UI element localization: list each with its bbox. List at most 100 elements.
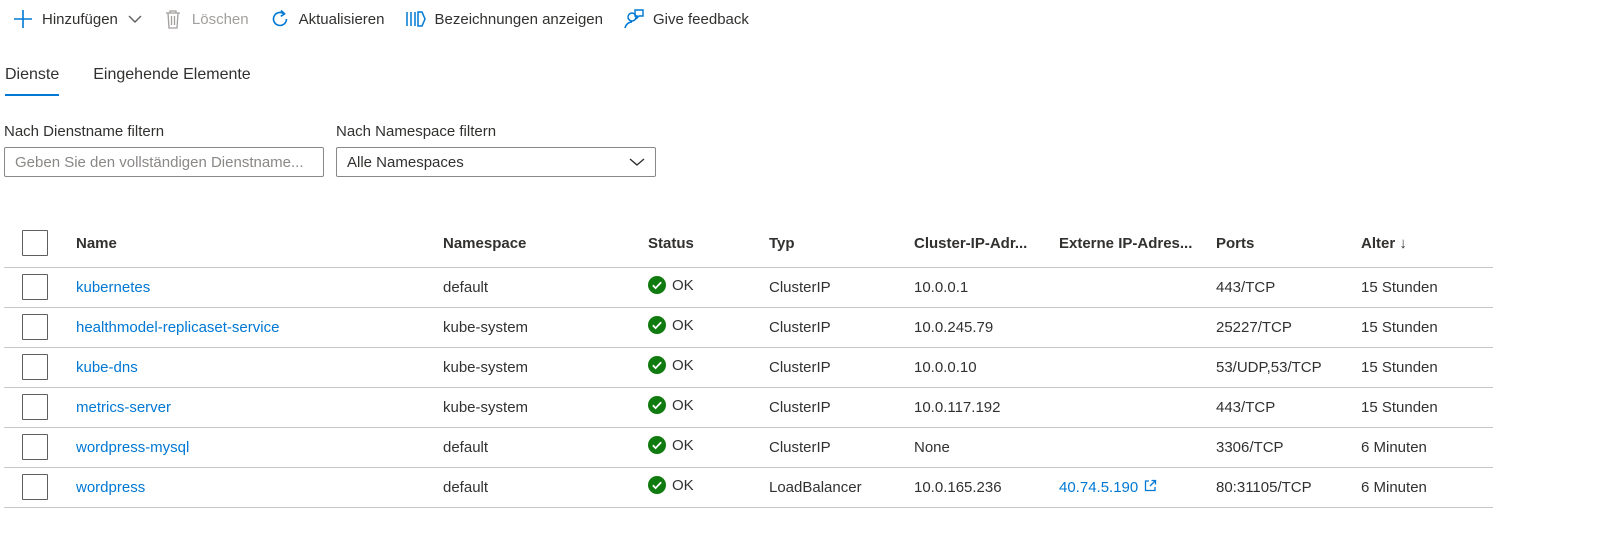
service-name-link[interactable]: wordpress <box>76 479 145 496</box>
labels-icon <box>405 8 427 30</box>
ports-cell: 3306/TCP <box>1216 427 1361 468</box>
ports-cell: 443/TCP <box>1216 387 1361 428</box>
check-circle-icon <box>648 436 672 454</box>
show-labels-label: Bezeichnungen anzeigen <box>434 10 603 28</box>
column-header-ports[interactable]: Ports <box>1216 220 1361 268</box>
ports-cell: 53/UDP,53/TCP <box>1216 347 1361 388</box>
age-cell: 15 Stunden <box>1361 347 1493 388</box>
table-body: kubernetes default OK ClusterIP 10.0.0.1 443/… <box>4 267 1493 508</box>
status-indicator: OK <box>648 436 694 454</box>
tab-list: Dienste Eingehende Elemente <box>5 60 251 98</box>
add-label: Hinzufügen <box>42 10 118 28</box>
cluster-ip-cell: None <box>914 427 1059 468</box>
cluster-ip-cell: 10.0.165.236 <box>914 467 1059 508</box>
column-header-cluster-ip[interactable]: Cluster-IP-Adr... <box>914 220 1059 268</box>
namespace-filter: Nach Namespace filtern Alle Namespaces <box>336 122 656 177</box>
namespace-cell: kube-system <box>443 347 648 388</box>
refresh-icon <box>269 8 291 30</box>
type-cell: ClusterIP <box>769 267 914 308</box>
row-checkbox[interactable] <box>22 274 48 300</box>
table-header-row: Name Namespace Status Typ Cluster-IP-Adr… <box>4 220 1493 268</box>
row-checkbox[interactable] <box>22 394 48 420</box>
type-cell: ClusterIP <box>769 307 914 348</box>
row-checkbox[interactable] <box>22 354 48 380</box>
namespace-cell: default <box>443 467 648 508</box>
refresh-button[interactable]: Aktualisieren <box>267 0 395 38</box>
show-labels-button[interactable]: Bezeichnungen anzeigen <box>403 0 613 38</box>
status-indicator: OK <box>648 356 694 374</box>
status-indicator: OK <box>648 396 694 414</box>
external-ip-cell <box>1059 347 1216 388</box>
add-button[interactable]: Hinzufügen <box>10 0 152 38</box>
namespace-dropdown-value: Alle Namespaces <box>347 153 464 171</box>
type-cell: ClusterIP <box>769 427 914 468</box>
delete-button[interactable]: Löschen <box>160 0 259 38</box>
external-ip-cell <box>1059 307 1216 348</box>
ports-cell: 25227/TCP <box>1216 307 1361 348</box>
namespace-cell: default <box>443 267 648 308</box>
give-feedback-button[interactable]: Give feedback <box>621 0 759 38</box>
row-checkbox[interactable] <box>22 474 48 500</box>
external-ip-link[interactable]: 40.74.5.190 <box>1059 479 1157 496</box>
table-row[interactable]: healthmodel-replicaset-service kube-syste… <box>4 307 1493 348</box>
row-checkbox[interactable] <box>22 434 48 460</box>
service-name-link[interactable]: kubernetes <box>76 279 150 296</box>
column-header-namespace[interactable]: Namespace <box>443 220 648 268</box>
chevron-down-icon <box>629 154 645 171</box>
cluster-ip-cell: 10.0.117.192 <box>914 387 1059 428</box>
external-ip-cell: 40.74.5.190 <box>1059 467 1216 508</box>
give-feedback-label: Give feedback <box>652 10 749 28</box>
table-row[interactable]: kubernetes default OK ClusterIP 10.0.0.1 443/… <box>4 267 1493 308</box>
age-cell: 15 Stunden <box>1361 387 1493 428</box>
chevron-down-icon <box>128 14 142 24</box>
namespace-filter-label: Nach Namespace filtern <box>336 123 497 140</box>
age-cell: 15 Stunden <box>1361 307 1493 348</box>
namespace-dropdown[interactable]: Alle Namespaces <box>336 147 656 177</box>
status-indicator: OK <box>648 276 694 294</box>
external-ip-cell <box>1059 427 1216 468</box>
external-ip-cell <box>1059 267 1216 308</box>
table-row[interactable]: kube-dns kube-system OK ClusterIP 10.0.0.10 5… <box>4 347 1493 388</box>
service-name-link[interactable]: healthmodel-replicaset-service <box>76 319 279 336</box>
age-cell: 6 Minuten <box>1361 427 1493 468</box>
cluster-ip-cell: 10.0.0.1 <box>914 267 1059 308</box>
service-name-link[interactable]: wordpress-mysql <box>76 439 189 456</box>
type-cell: ClusterIP <box>769 387 914 428</box>
tab-services[interactable]: Dienste <box>5 60 60 96</box>
status-text: OK <box>672 276 694 294</box>
services-table: Name Namespace Status Typ Cluster-IP-Adr… <box>4 220 1493 508</box>
trash-icon <box>162 8 184 30</box>
name-filter-label: Nach Dienstname filtern <box>4 123 165 140</box>
table-row[interactable]: metrics-server kube-system OK ClusterIP 10.0… <box>4 387 1493 428</box>
command-bar: Hinzufügen Löschen Aktualisieren Bezeich… <box>0 0 767 38</box>
column-header-age[interactable]: Alter ↓ <box>1361 220 1493 268</box>
select-all-checkbox[interactable] <box>22 230 48 257</box>
status-text: OK <box>672 436 694 454</box>
status-text: OK <box>672 476 694 494</box>
check-circle-icon <box>648 316 672 334</box>
check-circle-icon <box>648 356 672 374</box>
status-indicator: OK <box>648 476 694 494</box>
status-text: OK <box>672 316 694 334</box>
service-name-link[interactable]: metrics-server <box>76 399 171 416</box>
cluster-ip-cell: 10.0.0.10 <box>914 347 1059 388</box>
check-circle-icon <box>648 476 672 494</box>
namespace-cell: default <box>443 427 648 468</box>
check-circle-icon <box>648 396 672 414</box>
type-cell: ClusterIP <box>769 347 914 388</box>
table-row[interactable]: wordpress-mysql default OK ClusterIP None 330… <box>4 427 1493 468</box>
service-name-input[interactable] <box>4 147 324 177</box>
column-header-status[interactable]: Status <box>648 220 769 268</box>
delete-label: Löschen <box>191 10 249 28</box>
row-checkbox[interactable] <box>22 314 48 340</box>
feedback-icon <box>623 8 645 30</box>
check-circle-icon <box>648 276 672 294</box>
column-header-type[interactable]: Typ <box>769 220 914 268</box>
tab-ingresses[interactable]: Eingehende Elemente <box>93 60 250 96</box>
column-header-name[interactable]: Name <box>76 220 443 268</box>
namespace-cell: kube-system <box>443 387 648 428</box>
column-header-external-ip[interactable]: Externe IP-Adres... <box>1059 220 1216 268</box>
service-name-link[interactable]: kube-dns <box>76 359 138 376</box>
table-row[interactable]: wordpress default OK LoadBalancer 10.0.165.2… <box>4 467 1493 508</box>
namespace-cell: kube-system <box>443 307 648 348</box>
